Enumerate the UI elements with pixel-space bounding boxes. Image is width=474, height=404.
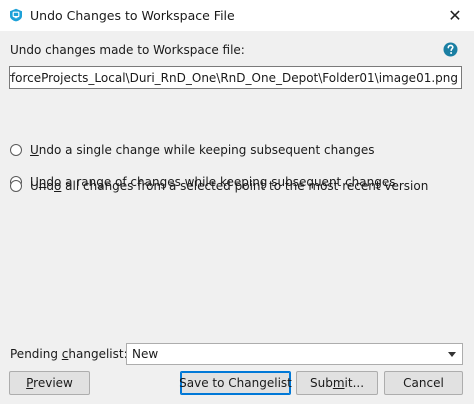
radio-button[interactable] <box>10 180 22 192</box>
save-button-label: Save to Changelist <box>179 376 292 390</box>
pending-changelist-value: New <box>132 347 159 361</box>
radio-label: Undo all changes from a selected point t… <box>30 179 429 193</box>
close-button[interactable]: ✕ <box>436 0 474 31</box>
save-to-changelist-button[interactable]: Save to Changelist <box>179 371 292 395</box>
radio-button[interactable] <box>10 144 22 156</box>
pending-changelist-select[interactable]: New <box>126 343 463 365</box>
radio-label: Undo a single change while keeping subse… <box>30 143 375 157</box>
workspace-file-label: Undo changes made to Workspace file: <box>10 43 245 57</box>
cancel-button[interactable]: Cancel <box>384 371 463 395</box>
workspace-file-path-field[interactable]: \PerforceProjects_Local\Duri_RnD_One\RnD… <box>9 66 462 89</box>
submit-button-label: Submit... <box>309 376 365 390</box>
radio-undo-single-change[interactable]: Undo a single change while keeping subse… <box>10 142 374 158</box>
cancel-button-label: Cancel <box>403 376 444 390</box>
preview-button-label: Preview <box>26 376 73 390</box>
perforce-app-icon <box>10 8 22 22</box>
window-title: Undo Changes to Workspace File <box>30 8 235 23</box>
submit-button[interactable]: Submit... <box>296 371 378 395</box>
pending-changelist-label: Pending changelist: <box>10 347 128 361</box>
title-bar: Undo Changes to Workspace File ✕ <box>0 0 474 31</box>
workspace-file-path-text: \PerforceProjects_Local\Duri_RnD_One\RnD… <box>9 70 458 85</box>
preview-button[interactable]: Preview <box>9 371 90 395</box>
radio-undo-all-from-point[interactable]: Undo all changes from a selected point t… <box>10 178 428 194</box>
question-circle-icon[interactable] <box>443 42 458 57</box>
chevron-down-icon <box>448 352 456 357</box>
close-icon: ✕ <box>448 6 462 25</box>
